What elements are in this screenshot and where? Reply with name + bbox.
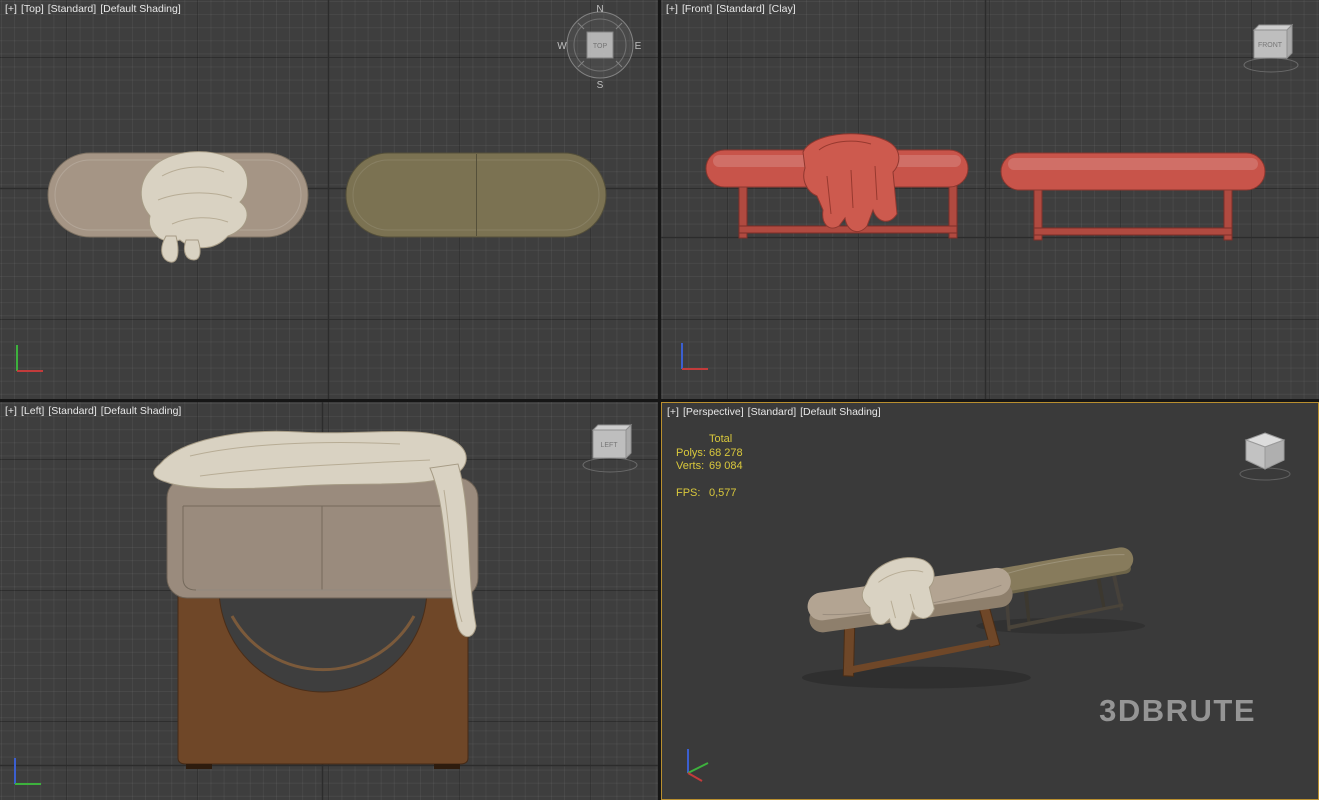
viewport-menu-view[interactable]: [Front] <box>682 3 712 15</box>
viewport-menu-shading[interactable]: [Default Shading] <box>101 405 182 417</box>
viewport-menu-shading[interactable]: [Default Shading] <box>100 3 181 15</box>
axis-tripod-icon <box>675 335 715 375</box>
compass-south-label[interactable]: S <box>597 80 604 91</box>
axis-tripod-icon <box>10 337 50 377</box>
viewcube-top-face[interactable]: TOP <box>593 43 608 50</box>
viewport-top-label: [+] [Top] [Standard] [Default Shading] <box>5 3 181 15</box>
axis-tripod-icon <box>8 750 48 790</box>
viewport-menu-view[interactable]: [Perspective] <box>683 406 744 418</box>
bench-a-top-view[interactable] <box>48 152 308 263</box>
bench-left-view[interactable] <box>154 431 478 769</box>
bench-a-front-view[interactable] <box>706 134 968 238</box>
viewport-menu-plus[interactable]: [+] <box>666 3 678 15</box>
viewcube[interactable]: LEFT <box>578 422 642 474</box>
viewport-menu-plus[interactable]: [+] <box>667 406 679 418</box>
perspective-view-canvas <box>662 403 1318 799</box>
viewcube-compass[interactable]: N E S W TOP <box>554 0 646 92</box>
compass-east-label[interactable]: E <box>635 41 642 52</box>
bench-a-perspective[interactable] <box>803 544 1021 682</box>
viewport-front-label: [+] [Front] [Standard] [Clay] <box>666 3 796 15</box>
viewport-menu-shading[interactable]: [Default Shading] <box>800 406 881 418</box>
viewcube[interactable] <box>1234 427 1298 483</box>
compass-north-label[interactable]: N <box>596 4 603 15</box>
watermark-logo: 3DBRUTE <box>1099 693 1256 729</box>
bench-b-top-view[interactable] <box>346 153 606 237</box>
viewport-menu-view[interactable]: [Left] <box>21 405 44 417</box>
horizontal-splitter[interactable] <box>0 399 1319 402</box>
stats-fps-value: 0,577 <box>709 487 737 501</box>
stats-verts-value: 69 084 <box>709 460 743 474</box>
viewport-menu-plus[interactable]: [+] <box>5 3 17 15</box>
viewcube[interactable]: FRONT <box>1239 22 1303 74</box>
viewport-left-label: [+] [Left] [Standard] [Default Shading] <box>5 405 181 417</box>
max-viewport-area: [+] [Top] [Standard] [Default Shading] <box>0 0 1319 800</box>
viewcube-front-face[interactable]: FRONT <box>1258 42 1283 49</box>
viewport-perspective-label: [+] [Perspective] [Standard] [Default Sh… <box>667 406 881 418</box>
viewport-left[interactable]: [+] [Left] [Standard] [Default Shading] <box>0 402 658 800</box>
viewport-menu-shading[interactable]: [Clay] <box>769 3 796 15</box>
viewport-menu-standard[interactable]: [Standard] <box>748 406 796 418</box>
cloth-front-view[interactable] <box>803 134 899 232</box>
viewport-menu-view[interactable]: [Top] <box>21 3 44 15</box>
viewcube-left-face[interactable]: LEFT <box>600 442 618 449</box>
stats-total-label: Total <box>709 433 732 447</box>
viewport-menu-standard[interactable]: [Standard] <box>48 405 96 417</box>
axis-tripod-icon <box>676 737 720 785</box>
stats-polys-value: 68 278 <box>709 447 743 461</box>
viewport-top[interactable]: [+] [Top] [Standard] [Default Shading] <box>0 0 658 399</box>
stats-verts-label: Verts: <box>676 460 709 474</box>
viewport-menu-standard[interactable]: [Standard] <box>716 3 764 15</box>
front-view-canvas <box>661 0 1319 399</box>
viewport-perspective[interactable]: [+] [Perspective] [Standard] [Default Sh… <box>661 402 1319 800</box>
viewport-front[interactable]: [+] [Front] [Standard] [Clay] <box>661 0 1319 399</box>
viewport-menu-plus[interactable]: [+] <box>5 405 17 417</box>
viewport-statistics: Total Polys:68 278 Verts:69 084 FPS:0,57… <box>676 433 743 500</box>
stats-polys-label: Polys: <box>676 447 709 461</box>
cloth-top-view[interactable] <box>141 152 247 263</box>
bench-b-front-view[interactable] <box>1001 153 1265 240</box>
viewport-menu-standard[interactable]: [Standard] <box>48 3 96 15</box>
stats-fps-label: FPS: <box>676 487 709 501</box>
compass-west-label[interactable]: W <box>557 41 567 52</box>
left-view-canvas <box>0 402 658 800</box>
